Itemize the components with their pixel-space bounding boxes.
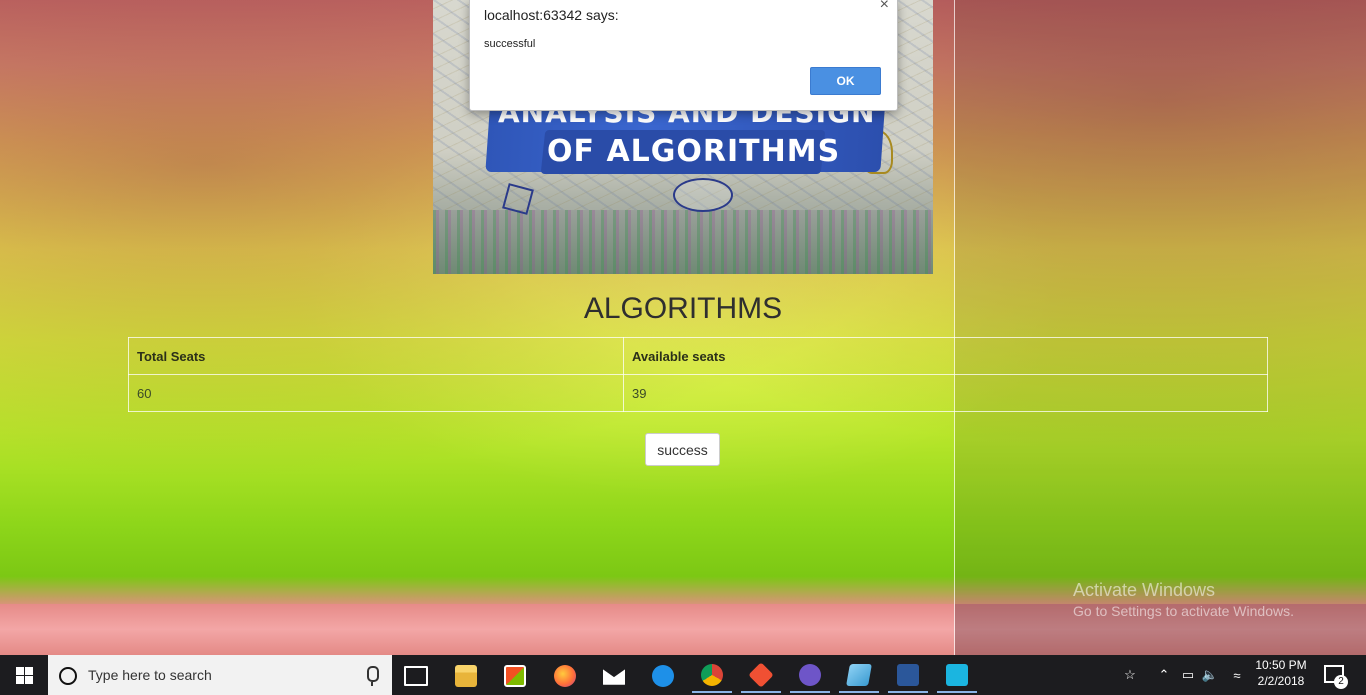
activate-windows-watermark: Activate Windows Go to Settings to activ…	[1073, 580, 1294, 619]
close-icon[interactable]: ×	[880, 0, 889, 14]
cell-total-seats: 60	[128, 374, 624, 412]
table-row: 60 39	[128, 374, 1268, 412]
store-icon	[504, 665, 526, 687]
git-button[interactable]	[741, 659, 781, 693]
taskbar-clock[interactable]: 10:50 PM 2/2/2018	[1250, 657, 1312, 689]
header-available-seats: Available seats	[623, 337, 1268, 375]
clock-date: 2/2/2018	[1257, 674, 1305, 688]
start-button[interactable]	[0, 655, 48, 695]
webstorm-icon	[946, 664, 968, 686]
battery-icon[interactable]: ▭	[1178, 655, 1198, 695]
panel-divider[interactable]	[954, 0, 955, 655]
github-desktop-button[interactable]	[790, 659, 830, 693]
action-center-button[interactable]: 2	[1320, 661, 1350, 691]
task-view-icon	[404, 666, 428, 686]
mail-button[interactable]	[594, 659, 634, 693]
alert-title: localhost:63342 says:	[484, 7, 619, 23]
task-view-button[interactable]	[396, 659, 436, 693]
people-icon[interactable]: ☆	[1118, 655, 1142, 695]
seats-table: Total Seats Available seats 60 39	[128, 337, 1268, 412]
page-title: ALGORITHMS	[583, 292, 783, 325]
success-button[interactable]: success	[645, 433, 720, 466]
notes-icon	[846, 664, 872, 686]
firefox-icon	[554, 665, 576, 687]
word-icon	[897, 664, 919, 686]
banner-title-line-2: OF ALGORITHMS	[547, 134, 841, 169]
taskbar-search-box[interactable]: Type here to search	[48, 655, 392, 695]
search-placeholder: Type here to search	[88, 667, 212, 683]
volume-icon[interactable]: 🔈	[1200, 655, 1220, 695]
chevron-up-icon[interactable]: ⌃	[1154, 655, 1174, 695]
table-header-row: Total Seats Available seats	[128, 337, 1268, 375]
file-explorer-button[interactable]	[446, 659, 486, 693]
edge-icon	[652, 665, 674, 687]
chrome-button[interactable]	[692, 659, 732, 693]
alert-message: successful	[484, 38, 536, 50]
cell-available-seats: 39	[623, 374, 1268, 412]
clock-time: 10:50 PM	[1255, 658, 1307, 672]
watermark-title: Activate Windows	[1073, 580, 1216, 600]
cortana-icon[interactable]	[59, 667, 77, 685]
microphone-icon[interactable]	[367, 666, 379, 686]
chrome-icon	[701, 664, 723, 686]
ok-button[interactable]: OK	[810, 67, 881, 95]
notification-count-badge: 2	[1334, 675, 1348, 689]
mail-icon	[603, 669, 625, 685]
watermark-subtitle: Go to Settings to activate Windows.	[1073, 603, 1294, 619]
edge-button[interactable]	[643, 659, 683, 693]
github-desktop-icon	[799, 664, 821, 686]
clock-doodle-icon	[673, 178, 733, 212]
banner-floor	[433, 210, 933, 274]
git-icon	[748, 662, 774, 688]
alert-dialog: localhost:63342 says: × successful OK	[469, 0, 898, 111]
wifi-icon[interactable]: ≈	[1226, 655, 1248, 695]
firefox-button[interactable]	[545, 659, 585, 693]
taskbar: Type here to search ☆ ⌃ ▭ 🔈 ≈ 10:50 PM 2…	[0, 655, 1366, 695]
windows-logo-icon	[15, 666, 33, 684]
webstorm-button[interactable]	[937, 659, 977, 693]
file-explorer-icon	[455, 665, 477, 687]
notes-button[interactable]	[839, 659, 879, 693]
store-button[interactable]	[495, 659, 535, 693]
header-total-seats: Total Seats	[128, 337, 624, 375]
word-button[interactable]	[888, 659, 928, 693]
